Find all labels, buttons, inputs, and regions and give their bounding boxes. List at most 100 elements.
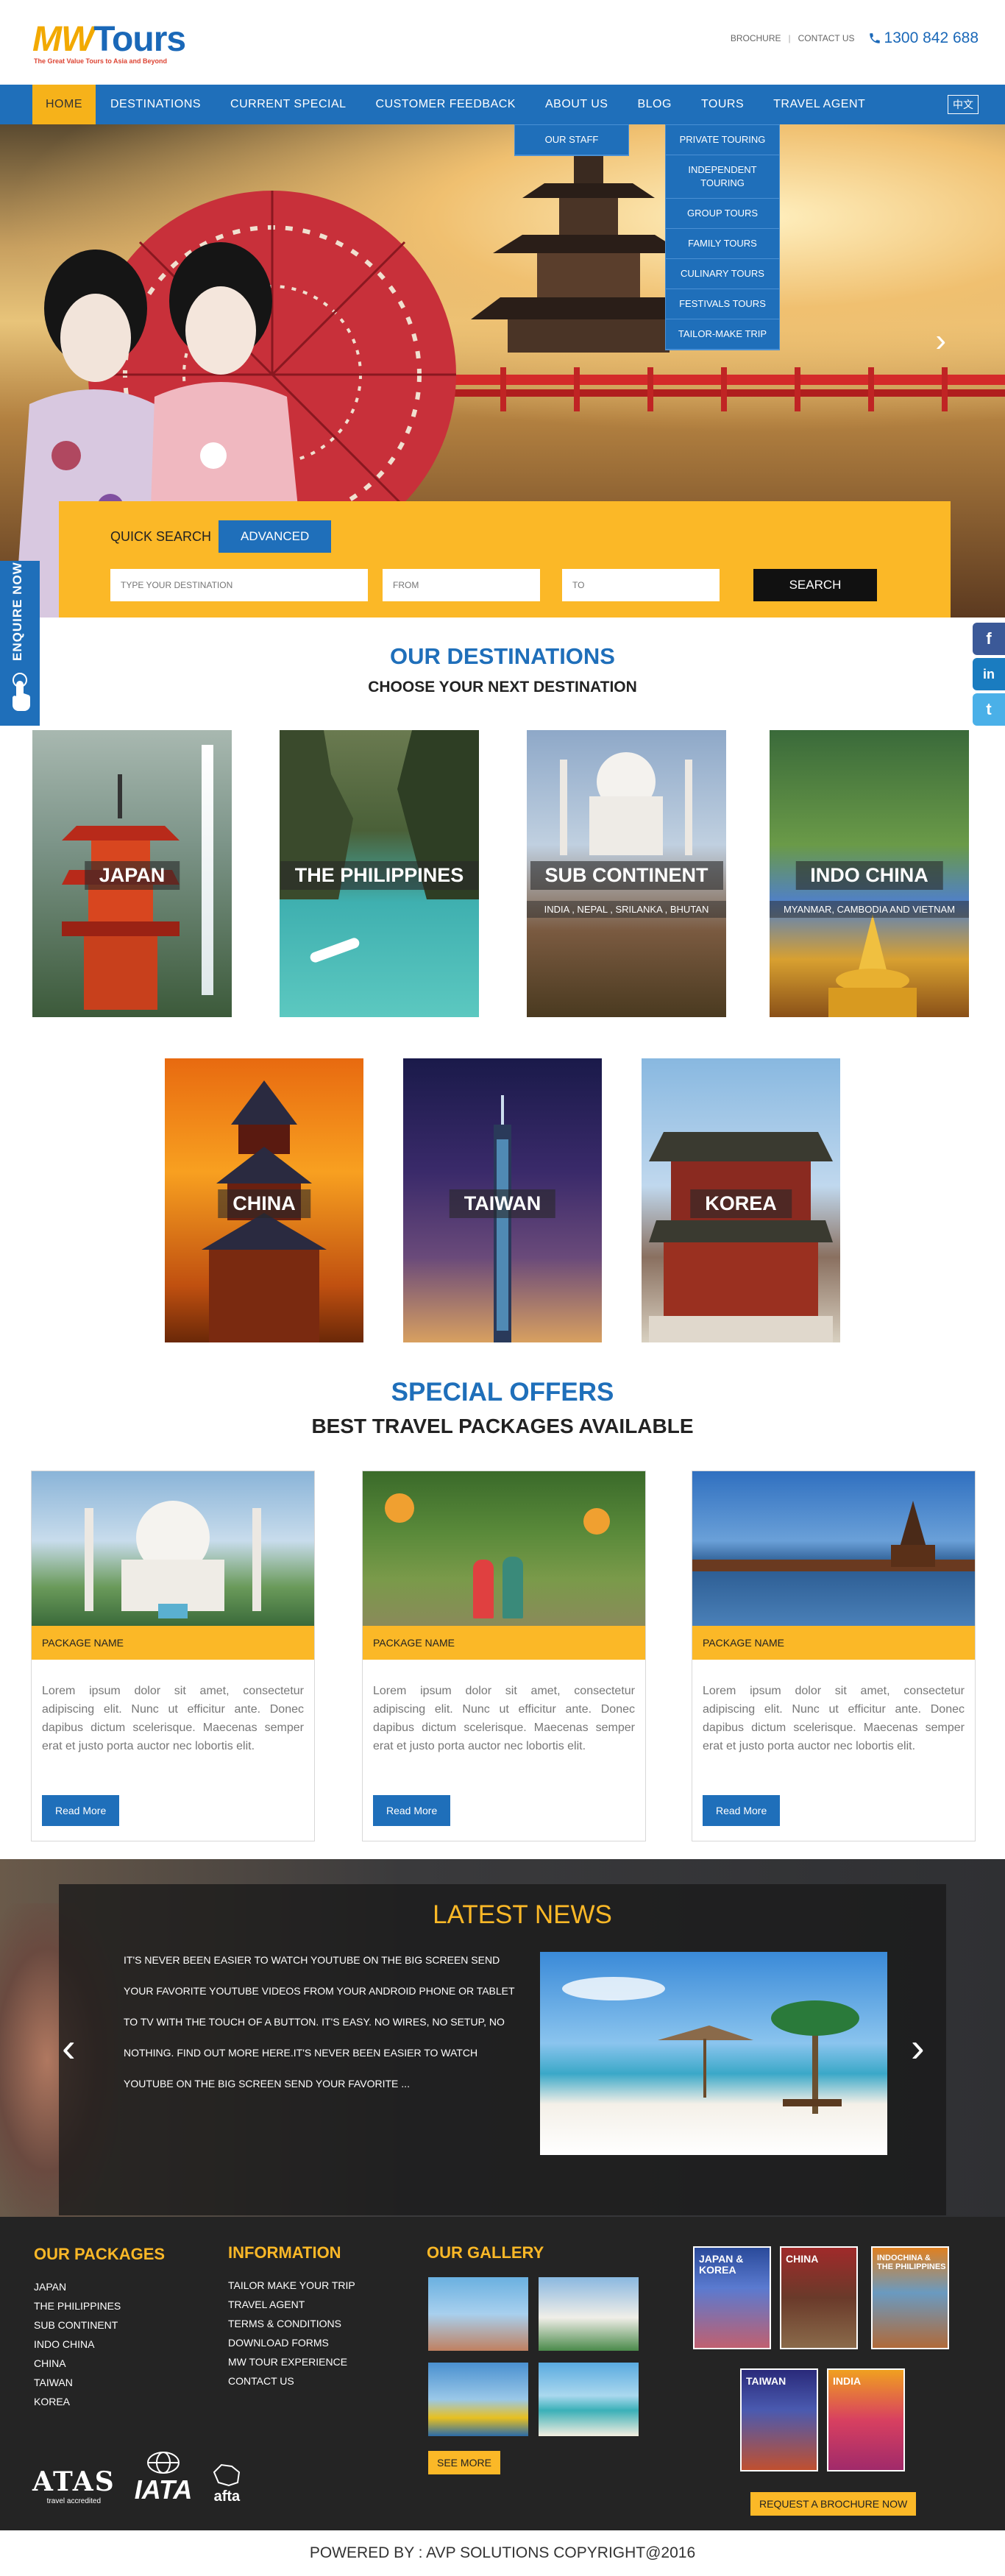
nav-about-us[interactable]: ABOUT US	[530, 85, 623, 124]
news-next-arrow[interactable]: ›	[911, 2027, 925, 2068]
news-text: IT'S NEVER BEEN EASIER TO WATCH YOUTUBE …	[124, 1954, 515, 2090]
offer-image[interactable]	[363, 1471, 645, 1626]
package-name: PACKAGE NAME	[363, 1626, 645, 1660]
phone-icon	[869, 33, 880, 43]
news-image[interactable]	[540, 1952, 887, 2155]
offer-image[interactable]	[692, 1471, 975, 1626]
brochure-link[interactable]: BROCHURE	[731, 33, 781, 43]
gallery-thumbnail[interactable]	[539, 2363, 639, 2436]
brochure-indochina[interactable]: INDOCHINA & THE PHILIPPINES	[871, 2246, 949, 2349]
destination-card-japan[interactable]: JAPAN	[32, 730, 232, 1017]
taj-mahal-illustration	[85, 1501, 261, 1618]
read-more-button[interactable]: Read More	[703, 1795, 781, 1826]
language-switch[interactable]: 中文	[948, 95, 979, 114]
brochure-taiwan[interactable]: TAIWAN	[740, 2368, 818, 2471]
twitter-icon[interactable]: t	[973, 693, 1005, 726]
destination-sublabel: INDIA , NEPAL , SRILANKA , BHUTAN	[527, 901, 726, 918]
pagoda-illustration	[62, 774, 180, 1010]
read-more-button[interactable]: Read More	[42, 1795, 120, 1826]
footer-link[interactable]: JAPAN	[34, 2277, 121, 2296]
menu-item-independent-touring[interactable]: INDEPENDENT TOURING	[666, 155, 779, 199]
copyright-bar: POWERED BY : AVP SOLUTIONS COPYRIGHT@201…	[0, 2530, 1005, 2576]
read-more-button[interactable]: Read More	[373, 1795, 451, 1826]
phone-text: 1300 842 688	[884, 29, 979, 46]
tab-quick-search[interactable]: QUICK SEARCH	[110, 529, 211, 545]
atas-logo: ATAS travel accredited	[32, 2466, 116, 2505]
menu-item-tailor-make-trip[interactable]: TAILOR-MAKE TRIP	[666, 319, 779, 350]
gallery-thumbnail[interactable]	[428, 2277, 528, 2351]
waterfall	[202, 745, 213, 995]
brochure-title: CHINA	[786, 2253, 819, 2265]
nav-travel-agent[interactable]: TRAVEL AGENT	[759, 85, 880, 124]
footer-link[interactable]: TRAVEL AGENT	[228, 2295, 355, 2314]
menu-item-family-tours[interactable]: FAMILY TOURS	[666, 229, 779, 259]
person-figure	[502, 1557, 523, 1618]
gallery-thumbnail[interactable]	[539, 2277, 639, 2351]
offer-description: Lorem ipsum dolor sit amet, consectetur …	[42, 1685, 304, 1752]
offer-card: PACKAGE NAME Lorem ipsum dolor sit amet,…	[362, 1471, 646, 1841]
destination-label: THE PHILIPPINES	[280, 861, 479, 890]
nav-home[interactable]: HOME	[32, 85, 96, 124]
boat	[308, 936, 361, 964]
destination-card-indo-china[interactable]: INDO CHINA MYANMAR, CAMBODIA AND VIETNAM	[770, 730, 969, 1017]
destination-card-china[interactable]: CHINA	[165, 1058, 363, 1342]
contact-us-link[interactable]: CONTACT US	[798, 33, 855, 43]
brochure-china[interactable]: CHINA	[780, 2246, 858, 2349]
footer-link[interactable]: INDO CHINA	[34, 2335, 121, 2354]
menu-item-our-staff[interactable]: OUR STAFF	[515, 125, 628, 155]
footer-link[interactable]: CHINA	[34, 2354, 121, 2373]
destination-input[interactable]	[110, 569, 368, 601]
hero-next-arrow[interactable]: ›	[935, 325, 946, 357]
korean-palace-illustration	[649, 1132, 833, 1342]
package-name: PACKAGE NAME	[692, 1626, 975, 1660]
tours-dropdown: PRIVATE TOURING INDEPENDENT TOURING GROU…	[665, 124, 780, 350]
from-date-input[interactable]	[383, 569, 540, 601]
footer-packages-title: OUR PACKAGES	[34, 2245, 166, 2263]
gallery-thumbnail[interactable]	[428, 2363, 528, 2436]
destinations-subtitle: CHOOSE YOUR NEXT DESTINATION	[368, 679, 637, 696]
menu-item-culinary-tours[interactable]: CULINARY TOURS	[666, 259, 779, 289]
footer-link[interactable]: KOREA	[34, 2392, 121, 2411]
link-separator: |	[788, 33, 791, 43]
footer-link[interactable]: THE PHILIPPINES	[34, 2296, 121, 2315]
footer-link[interactable]: MW TOUR EXPERIENCE	[228, 2352, 355, 2371]
brochure-india[interactable]: INDIA	[827, 2368, 905, 2471]
destination-card-philippines[interactable]: THE PHILIPPINES	[280, 730, 479, 1017]
brochure-title: JAPAN & KOREA	[699, 2253, 744, 2276]
nav-tours[interactable]: TOURS	[686, 85, 759, 124]
brochure-japan-korea[interactable]: JAPAN & KOREA	[693, 2246, 771, 2349]
footer-link[interactable]: SUB CONTINENT	[34, 2315, 121, 2335]
destination-card-korea[interactable]: KOREA	[642, 1058, 840, 1342]
footer-link[interactable]: DOWNLOAD FORMS	[228, 2333, 355, 2352]
logo-tagline: The Great Value Tours to Asia and Beyond	[34, 57, 168, 65]
main-nav: HOME DESTINATIONS CURRENT SPECIAL CUSTOM…	[0, 85, 1005, 124]
fruit	[385, 1493, 414, 1523]
footer-link[interactable]: TAIWAN	[34, 2373, 121, 2392]
footer-link[interactable]: CONTACT US	[228, 2371, 355, 2391]
destination-label: SUB CONTINENT	[530, 861, 723, 890]
nav-blog[interactable]: BLOG	[622, 85, 686, 124]
site-logo[interactable]: MWTours The Great Value Tours to Asia an…	[32, 21, 186, 66]
destination-card-taiwan[interactable]: TAIWAN	[403, 1058, 602, 1342]
destination-label: KOREA	[690, 1189, 792, 1218]
request-brochure-button[interactable]: REQUEST A BROCHURE NOW	[750, 2492, 917, 2516]
footer-info-title: INFORMATION	[228, 2243, 341, 2262]
news-prev-arrow[interactable]: ‹	[62, 2027, 76, 2068]
footer-link[interactable]: TERMS & CONDITIONS	[228, 2314, 355, 2333]
to-date-input[interactable]	[562, 569, 720, 601]
phone-number[interactable]: 1300 842 688	[868, 29, 979, 47]
footer-link[interactable]: TAILOR MAKE YOUR TRIP	[228, 2276, 355, 2295]
menu-item-private-touring[interactable]: PRIVATE TOURING	[666, 125, 779, 155]
offer-image[interactable]	[32, 1471, 314, 1626]
nav-destinations[interactable]: DESTINATIONS	[96, 85, 216, 124]
atas-caption: travel accredited	[46, 2497, 102, 2505]
see-more-button[interactable]: SEE MORE	[428, 2451, 500, 2474]
menu-item-festivals-tours[interactable]: FESTIVALS TOURS	[666, 289, 779, 319]
destination-sublabel: MYANMAR, CAMBODIA AND VIETNAM	[770, 901, 969, 918]
menu-item-group-tours[interactable]: GROUP TOURS	[666, 199, 779, 229]
nav-current-special[interactable]: CURRENT SPECIAL	[216, 85, 361, 124]
destination-card-sub-continent[interactable]: SUB CONTINENT INDIA , NEPAL , SRILANKA ,…	[527, 730, 726, 1017]
nav-customer-feedback[interactable]: CUSTOMER FEEDBACK	[361, 85, 530, 124]
tab-advanced[interactable]: ADVANCED	[219, 520, 332, 553]
search-button[interactable]: SEARCH	[753, 569, 877, 601]
